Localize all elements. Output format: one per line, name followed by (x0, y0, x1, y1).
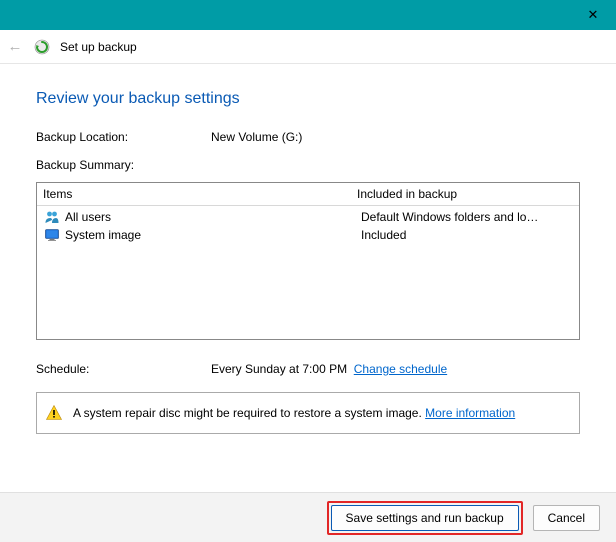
column-header-included[interactable]: Included in backup (357, 187, 573, 201)
schedule-row: Schedule: Every Sunday at 7:00 PM Change… (36, 362, 580, 376)
backup-summary-label: Backup Summary: (36, 158, 580, 172)
backup-location-label: Backup Location: (36, 130, 211, 144)
summary-table: Items Included in backup All users Defau… (36, 182, 580, 340)
info-box: A system repair disc might be required t… (36, 392, 580, 434)
table-row[interactable]: All users Default Windows folders and lo… (43, 208, 573, 226)
info-text-wrap: A system repair disc might be required t… (73, 406, 515, 420)
back-arrow-icon[interactable]: ← (6, 38, 24, 55)
titlebar: ✕ (0, 0, 616, 30)
info-text: A system repair disc might be required t… (73, 406, 425, 420)
row-name: All users (65, 210, 357, 224)
schedule-label: Schedule: (36, 362, 211, 376)
backup-location-row: Backup Location: New Volume (G:) (36, 130, 580, 144)
cancel-button[interactable]: Cancel (533, 505, 600, 531)
page-title: Review your backup settings (36, 90, 580, 108)
breadcrumb-bar: ← Set up backup (0, 30, 616, 64)
content-area: Review your backup settings Backup Locat… (0, 64, 616, 448)
warning-icon (45, 404, 63, 422)
backup-location-value: New Volume (G:) (211, 130, 580, 144)
schedule-value: Every Sunday at 7:00 PM (211, 362, 347, 376)
footer-bar: Save settings and run backup Cancel (0, 492, 616, 542)
close-icon: ✕ (588, 7, 599, 23)
breadcrumb-title: Set up backup (60, 40, 137, 54)
row-name: System image (65, 228, 357, 242)
summary-header-row: Items Included in backup (37, 183, 579, 206)
users-icon (43, 209, 61, 225)
more-information-link[interactable]: More information (425, 406, 515, 420)
change-schedule-link[interactable]: Change schedule (354, 362, 447, 376)
row-included: Included (361, 228, 573, 242)
row-included: Default Windows folders and lo… (361, 210, 573, 224)
table-row[interactable]: System image Included (43, 226, 573, 244)
primary-button-highlight: Save settings and run backup (327, 501, 523, 535)
schedule-value-group: Every Sunday at 7:00 PM Change schedule (211, 362, 580, 376)
summary-body: All users Default Windows folders and lo… (37, 206, 579, 339)
save-settings-button[interactable]: Save settings and run backup (331, 505, 519, 531)
backup-app-icon (34, 39, 50, 55)
column-header-items[interactable]: Items (43, 187, 357, 201)
monitor-icon (43, 227, 61, 243)
close-button[interactable]: ✕ (578, 0, 608, 30)
